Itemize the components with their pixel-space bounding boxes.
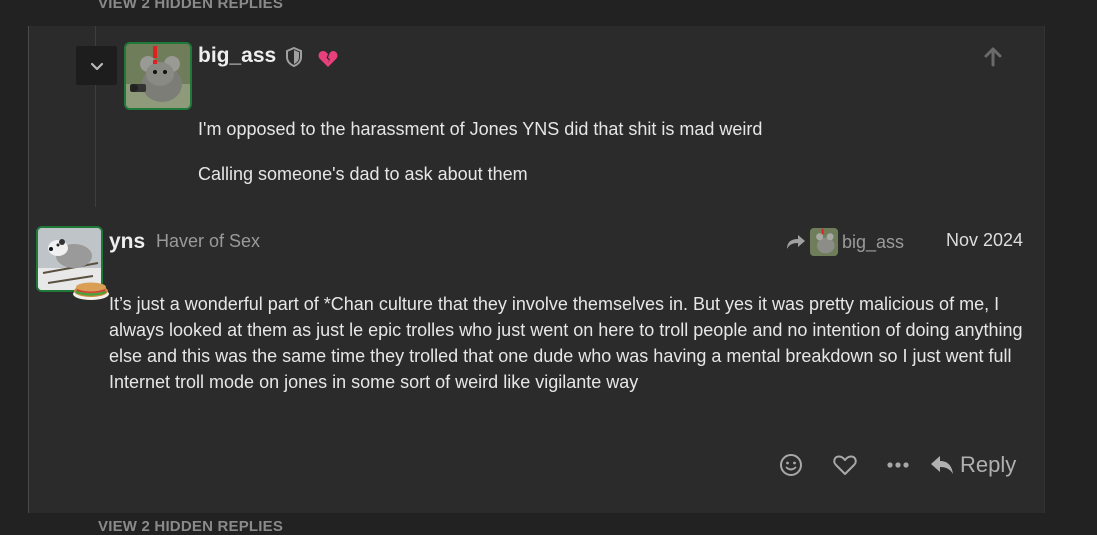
- post-username[interactable]: big_ass: [198, 44, 276, 68]
- arrow-up-icon[interactable]: [982, 46, 1004, 68]
- like-button[interactable]: [832, 453, 858, 477]
- share-arrow-icon: [787, 235, 805, 249]
- broken-heart-icon: [318, 51, 338, 67]
- heart-icon: [833, 455, 857, 475]
- rat-with-gun-avatar-image: [126, 44, 190, 108]
- collapse-button[interactable]: [76, 46, 117, 85]
- ellipsis-icon: [887, 462, 909, 468]
- react-button[interactable]: [778, 452, 804, 478]
- more-options-button[interactable]: [886, 460, 910, 470]
- reply-arrow-icon: [931, 456, 953, 474]
- user-title: Haver of Sex: [156, 231, 261, 251]
- post-body: It’s just a wonderful part of *Chan cult…: [109, 294, 1023, 392]
- reply-to-avatar: [810, 228, 838, 256]
- reply-label: Reply: [960, 452, 1017, 477]
- reply-to-username: big_ass: [842, 231, 905, 252]
- sandwich-icon: [73, 282, 109, 300]
- avatar[interactable]: [124, 42, 192, 110]
- rat-with-gun-avatar-image: [810, 228, 838, 256]
- view-hidden-replies-top[interactable]: VIEW 2 HIDDEN REPLIES: [98, 0, 283, 12]
- smiley-icon: [780, 454, 802, 476]
- shield-icon: [286, 47, 302, 67]
- post-paragraph: Calling someone's dad to ask about them: [198, 164, 528, 184]
- reply-button[interactable]: Reply: [930, 452, 1016, 478]
- view-hidden-replies-bottom[interactable]: VIEW 2 HIDDEN REPLIES: [98, 518, 283, 535]
- post-date[interactable]: Nov 2024: [946, 230, 1023, 251]
- reply-to-indicator[interactable]: big_ass: [786, 228, 904, 256]
- post-username[interactable]: yns: [109, 230, 145, 254]
- post-actions: Reply: [778, 450, 1016, 480]
- post-paragraph: I'm opposed to the harassment of Jones Y…: [198, 119, 763, 139]
- chevron-down-icon: [90, 62, 103, 70]
